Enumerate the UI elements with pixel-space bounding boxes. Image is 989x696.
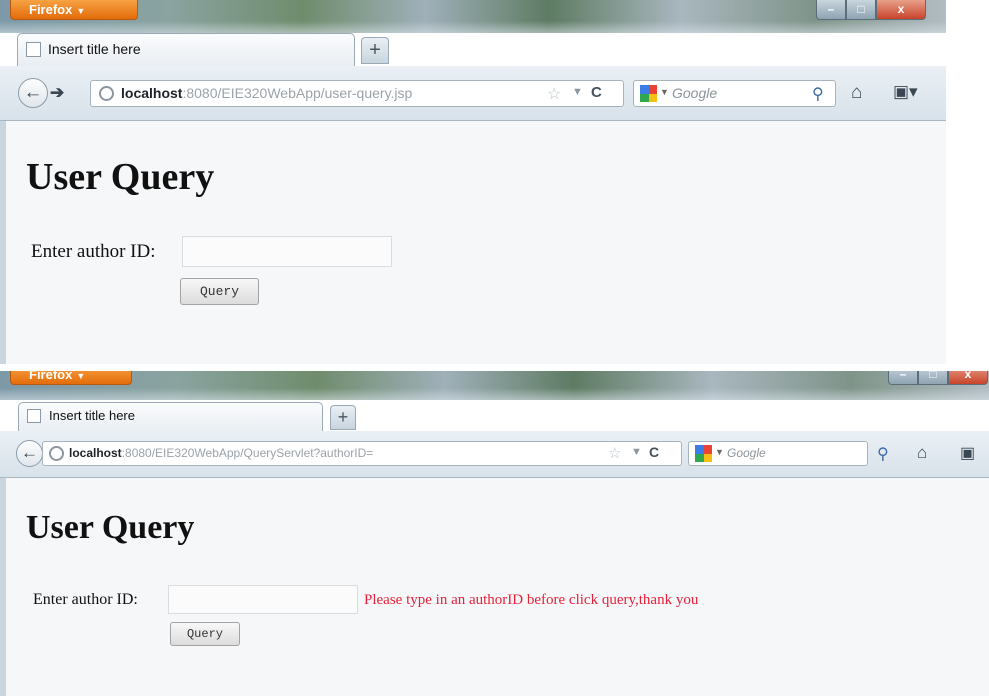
url-text: localhost:8080/EIE320WebApp/QueryServlet… bbox=[69, 446, 374, 460]
new-tab-button[interactable]: + bbox=[330, 405, 356, 430]
author-id-label: Enter author ID: bbox=[33, 591, 138, 608]
author-id-input[interactable] bbox=[182, 236, 392, 267]
new-tab-button[interactable]: + bbox=[361, 37, 389, 64]
bookmark-star-icon[interactable]: ☆ bbox=[608, 444, 621, 462]
site-identity-icon[interactable] bbox=[99, 86, 114, 101]
page-content: User Query Enter author ID: Query bbox=[0, 121, 946, 364]
google-icon[interactable] bbox=[640, 85, 657, 102]
bookmark-star-icon[interactable]: ☆ bbox=[547, 84, 561, 104]
reload-icon[interactable]: C bbox=[649, 444, 659, 460]
home-icon[interactable]: ⌂ bbox=[851, 82, 862, 104]
close-icon[interactable]: x bbox=[948, 371, 988, 385]
browser-window-query-servlet: Firefox ▼ – □ x Insert title here + ← loc… bbox=[0, 371, 989, 696]
window-titlebar bbox=[0, 0, 946, 33]
url-bar[interactable]: localhost:8080/EIE320WebApp/user-query.j… bbox=[90, 80, 624, 107]
url-text: localhost:8080/EIE320WebApp/user-query.j… bbox=[121, 85, 413, 101]
close-icon[interactable]: x bbox=[876, 0, 926, 20]
query-button[interactable]: Query bbox=[170, 622, 240, 646]
tab-title: Insert title here bbox=[49, 408, 135, 423]
author-id-input[interactable] bbox=[168, 585, 358, 614]
site-identity-icon[interactable] bbox=[49, 446, 64, 461]
back-arrow-icon[interactable]: ← bbox=[18, 78, 48, 108]
search-engine-placeholder: Google bbox=[727, 446, 766, 460]
maximize-icon[interactable]: □ bbox=[918, 371, 948, 385]
search-bar[interactable]: ▼ Google ⚲ bbox=[688, 441, 889, 466]
firefox-menu-button[interactable]: Firefox ▼ bbox=[10, 0, 138, 20]
page-content: User Query Enter author ID: Please type … bbox=[0, 478, 989, 696]
home-icon[interactable]: ⌂ bbox=[917, 443, 927, 463]
reload-icon[interactable]: C bbox=[591, 84, 602, 101]
page-title: User Query bbox=[26, 156, 215, 198]
search-magnifier-icon[interactable]: ⚲ bbox=[877, 444, 889, 464]
window-controls: – □ x bbox=[816, 0, 926, 20]
back-arrow-icon[interactable]: ← bbox=[16, 440, 43, 467]
search-magnifier-icon[interactable]: ⚲ bbox=[812, 84, 824, 104]
page-favicon-icon bbox=[27, 409, 41, 423]
bookmarks-menu-icon[interactable]: ▣▾ bbox=[893, 82, 918, 102]
error-message: Please type in an authorID before click … bbox=[364, 592, 699, 608]
search-engine-placeholder: Google bbox=[672, 85, 718, 101]
browser-window-user-query: Firefox ▼ – □ x Insert title here + ← ➔ l… bbox=[0, 0, 946, 364]
window-titlebar bbox=[0, 371, 989, 400]
search-bar[interactable]: ▼ Google ⚲ bbox=[633, 80, 836, 107]
navigation-toolbar: ← ➔ localhost:8080/EIE320WebApp/user-que… bbox=[0, 66, 946, 121]
history-dropdown-icon[interactable]: ▼ bbox=[631, 446, 642, 458]
query-button[interactable]: Query bbox=[180, 278, 259, 305]
page-title: User Query bbox=[26, 509, 195, 546]
page-favicon-icon bbox=[26, 42, 41, 57]
bookmarks-menu-icon[interactable]: ▣ bbox=[960, 443, 975, 463]
minimize-icon[interactable]: – bbox=[816, 0, 846, 20]
tab-title: Insert title here bbox=[48, 41, 141, 57]
minimize-icon[interactable]: – bbox=[888, 371, 918, 385]
tab-insert-title[interactable]: Insert title here bbox=[18, 402, 323, 431]
maximize-icon[interactable]: □ bbox=[846, 0, 876, 20]
google-icon[interactable] bbox=[695, 445, 712, 462]
history-dropdown-icon[interactable]: ▼ bbox=[572, 86, 583, 98]
window-controls: – □ x bbox=[888, 371, 988, 385]
firefox-menu-icon: ▼ bbox=[76, 371, 86, 381]
tab-insert-title[interactable]: Insert title here bbox=[17, 33, 355, 66]
navigation-toolbar: ← localhost:8080/EIE320WebApp/QueryServl… bbox=[0, 431, 989, 478]
url-bar[interactable]: localhost:8080/EIE320WebApp/QueryServlet… bbox=[42, 441, 682, 466]
author-id-label: Enter author ID: bbox=[31, 241, 156, 262]
firefox-menu-icon: ▼ bbox=[76, 6, 86, 16]
forward-arrow-icon[interactable]: ➔ bbox=[50, 83, 64, 103]
firefox-menu-button[interactable]: Firefox ▼ bbox=[10, 371, 132, 385]
